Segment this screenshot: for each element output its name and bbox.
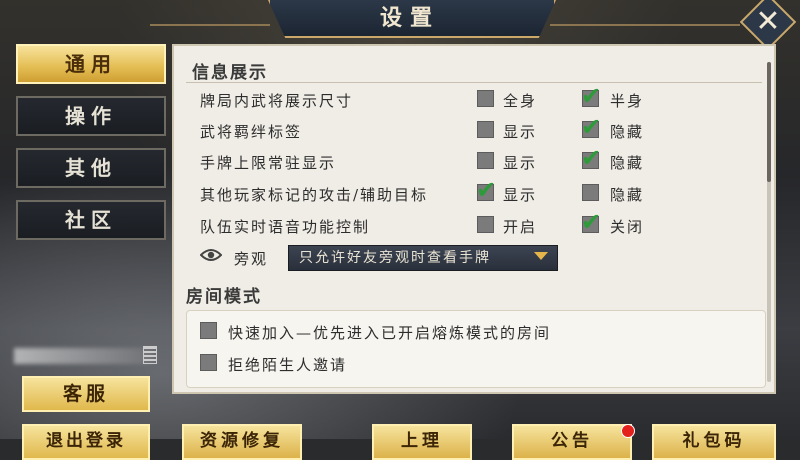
room-section-title: 房间模式	[186, 287, 262, 307]
checkmark-icon: ✔	[476, 176, 497, 204]
spectate-label: 旁观	[234, 250, 269, 268]
announcement-button[interactable]: 公告	[512, 424, 632, 460]
window-title: 设置	[379, 5, 440, 31]
checkbox-on[interactable]	[477, 216, 494, 233]
checkmark-icon: ✔	[581, 208, 602, 236]
side-decoration	[14, 348, 154, 364]
title-deco-left	[150, 24, 270, 26]
repair-resources-button[interactable]: 资源修复	[182, 424, 302, 460]
checkbox-show[interactable]	[477, 152, 494, 169]
row-label: 手牌上限常驻显示	[200, 154, 337, 172]
checkbox-quick-join[interactable]	[200, 322, 217, 339]
tab-community[interactable]: 社区	[16, 200, 166, 240]
checkmark-icon: ✔	[581, 82, 602, 110]
option-label: 显示	[503, 154, 538, 172]
tab-other[interactable]: 其他	[16, 148, 166, 188]
option-label: 开启	[503, 218, 538, 236]
checkbox-fullbody[interactable]	[477, 90, 494, 107]
customer-service-button[interactable]: 客服	[22, 376, 150, 412]
option-label: 显示	[503, 186, 538, 204]
notification-dot	[621, 424, 635, 438]
button-2[interactable]: 上理	[372, 424, 472, 460]
option-label: 关闭	[610, 218, 645, 236]
checkmark-icon: ✔	[581, 144, 602, 172]
checkbox-hide[interactable]	[582, 184, 599, 201]
scrollbar-thumb[interactable]	[767, 62, 771, 182]
spectate-dropdown[interactable]: 只允许好友旁观时查看手牌	[288, 245, 558, 271]
close-icon[interactable]: ✕	[748, 2, 788, 42]
row-label: 牌局内武将展示尺寸	[200, 92, 354, 110]
info-section-title: 信息展示	[192, 63, 268, 83]
quick-join-label: 快速加入—优先进入已开启熔炼模式的房间	[228, 324, 552, 342]
checkbox-show[interactable]	[477, 121, 494, 138]
checkbox-reject-invites[interactable]	[200, 354, 217, 371]
option-label: 隐藏	[610, 186, 645, 204]
logout-button[interactable]: 退出登录	[22, 424, 150, 460]
notes-icon	[143, 346, 157, 364]
row-label: 其他玩家标记的攻击/辅助目标	[200, 186, 429, 204]
checkmark-icon: ✔	[581, 113, 602, 141]
section-divider	[186, 82, 762, 83]
chevron-down-icon	[534, 252, 548, 260]
option-label: 隐藏	[610, 154, 645, 172]
reject-invites-label: 拒绝陌生人邀请	[228, 356, 348, 374]
gift-code-button[interactable]: 礼包码	[652, 424, 776, 460]
tab-operation[interactable]: 操作	[16, 96, 166, 136]
tab-general[interactable]: 通用	[16, 44, 166, 84]
option-label: 全身	[503, 92, 538, 110]
option-label: 显示	[503, 123, 538, 141]
option-label: 半身	[610, 92, 645, 110]
option-label: 隐藏	[610, 123, 645, 141]
row-label: 武将羁绊标签	[200, 123, 303, 141]
row-label: 队伍实时语音功能控制	[200, 218, 371, 236]
eye-icon	[200, 249, 222, 261]
title-deco-right	[550, 24, 740, 26]
